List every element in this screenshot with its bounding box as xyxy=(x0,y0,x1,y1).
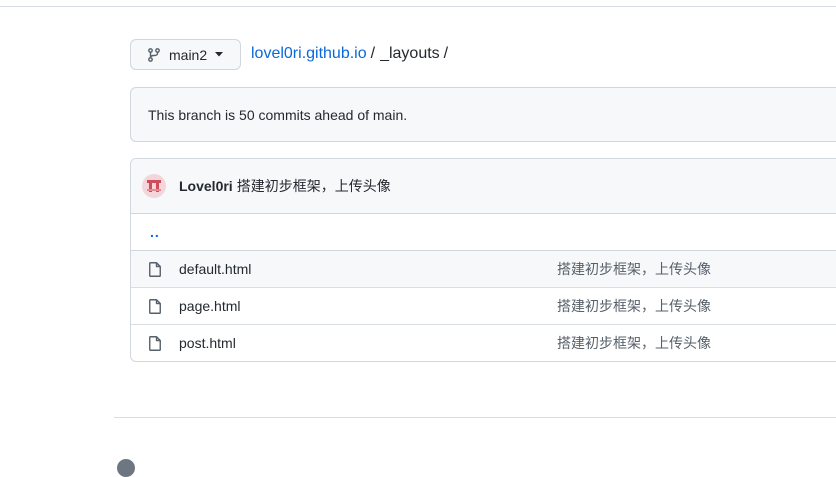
parent-directory-row[interactable]: .. xyxy=(131,214,836,251)
file-name-link[interactable]: default.html xyxy=(179,261,251,277)
breadcrumb-separator: / xyxy=(443,45,449,62)
file-row[interactable]: default.html 搭建初步框架，上传头像 xyxy=(131,251,836,288)
breadcrumb-separator: / xyxy=(370,45,376,62)
file-icon xyxy=(149,336,161,351)
branch-name: main2 xyxy=(169,46,208,63)
header-divider xyxy=(0,6,836,7)
file-commit-message[interactable]: 搭建初步框架，上传头像 xyxy=(557,333,711,353)
file-row[interactable]: page.html 搭建初步框架，上传头像 xyxy=(131,288,836,325)
breadcrumb: lovel0ri.github.io / _layouts / xyxy=(251,45,453,63)
breadcrumb-repo-link[interactable]: lovel0ri.github.io xyxy=(251,45,367,63)
file-name-link[interactable]: post.html xyxy=(179,335,236,351)
file-row[interactable]: post.html 搭建初步框架，上传头像 xyxy=(131,325,836,361)
parent-directory-link[interactable]: .. xyxy=(150,224,160,240)
file-commit-message[interactable]: 搭建初步框架，上传头像 xyxy=(557,296,711,316)
git-branch-icon xyxy=(148,47,160,62)
branch-ahead-text: This branch is 50 commits ahead of main. xyxy=(148,106,408,123)
latest-commit-bar: Lovel0ri 搭建初步框架，上传头像 xyxy=(131,159,836,214)
file-commit-message[interactable]: 搭建初步框架，上传头像 xyxy=(557,259,711,279)
footer-divider xyxy=(114,417,836,418)
breadcrumb-current-folder: _layouts xyxy=(380,45,440,62)
caret-down-icon xyxy=(215,52,224,57)
footer-logo[interactable] xyxy=(117,459,135,477)
file-icon xyxy=(149,299,161,314)
branch-select-button[interactable]: main2 xyxy=(130,39,241,70)
file-icon xyxy=(149,262,161,277)
branch-ahead-notice: This branch is 50 commits ahead of main. xyxy=(130,87,836,142)
avatar[interactable] xyxy=(142,174,166,198)
file-name-link[interactable]: page.html xyxy=(179,298,240,314)
commit-message[interactable]: 搭建初步框架，上传头像 xyxy=(237,176,391,196)
file-listing: Lovel0ri 搭建初步框架，上传头像 .. default.html 搭建初… xyxy=(130,158,836,362)
commit-author[interactable]: Lovel0ri xyxy=(179,178,233,194)
